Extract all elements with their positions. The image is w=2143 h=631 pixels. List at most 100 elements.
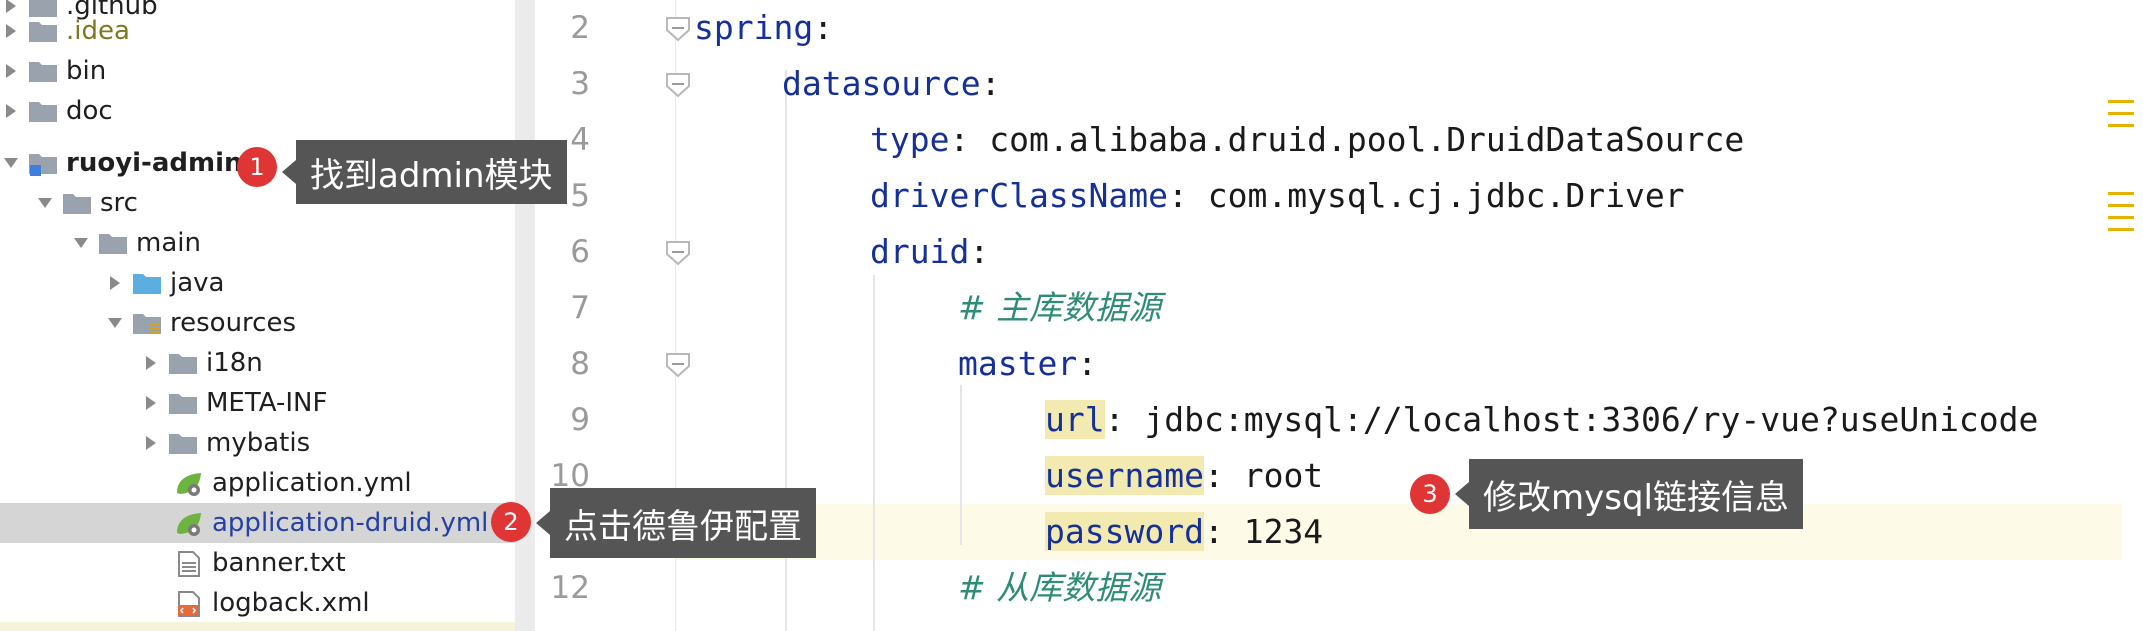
- code-line-type[interactable]: type: com.alibaba.druid.pool.DruidDataSo…: [870, 112, 1744, 168]
- tree-item-mybatis[interactable]: mybatis: [0, 423, 515, 463]
- chevron-right-icon[interactable]: [0, 100, 22, 122]
- scroll-marker: [2108, 228, 2134, 231]
- tree-item-bin[interactable]: bin: [0, 51, 515, 91]
- code-line-driver-class-name[interactable]: driverClassName: com.mysql.cj.jdbc.Drive…: [870, 168, 1685, 224]
- yaml-key: username: [1045, 456, 1204, 495]
- code-line-druid[interactable]: druid:: [870, 224, 989, 280]
- fold-marker-icon[interactable]: [665, 352, 691, 378]
- yaml-key: type: [870, 120, 950, 159]
- yaml-key: druid: [870, 232, 970, 271]
- yaml-sep: :: [980, 64, 1001, 103]
- yaml-key: url: [1045, 400, 1105, 439]
- tree-item-label: i18n: [206, 348, 263, 378]
- scroll-marker: [2108, 100, 2134, 103]
- tree-item-label: banner.txt: [212, 548, 346, 578]
- tree-item-application-druid-yml[interactable]: application-druid.yml: [0, 503, 515, 543]
- callout-pointer: [536, 511, 550, 535]
- tree-item-doc[interactable]: doc: [0, 91, 515, 131]
- chevron-right-icon[interactable]: [104, 272, 126, 294]
- callout-text: 点击德鲁伊配置: [564, 506, 802, 547]
- tree-item-label: mybatis: [206, 428, 311, 458]
- status-stripe: [0, 622, 515, 631]
- tree-item-label: META-INF: [206, 388, 328, 418]
- code-line-datasource[interactable]: datasource:: [782, 56, 1001, 112]
- chevron-down-icon[interactable]: [34, 192, 56, 214]
- tree-item-application-yml[interactable]: application.yml: [0, 463, 515, 503]
- folder-icon: [28, 99, 58, 123]
- editor-scrollbar[interactable]: [2108, 0, 2143, 631]
- fold-marker-icon[interactable]: [665, 16, 691, 42]
- step-badge: 2: [491, 502, 531, 542]
- yaml-value: com.mysql.cj.jdbc.Driver: [1207, 176, 1685, 215]
- module-folder-icon: [28, 151, 58, 176]
- line-number: 3: [570, 66, 590, 102]
- step-badge: 1: [237, 147, 277, 187]
- fold-marker-icon[interactable]: [665, 72, 691, 98]
- tree-item-java[interactable]: java: [0, 263, 515, 303]
- xml-file-icon: [174, 591, 204, 617]
- callout-pointer: [1455, 482, 1469, 506]
- code-line-password[interactable]: password: 1234: [1045, 504, 1323, 560]
- code-line-url[interactable]: url: jdbc:mysql://localhost:3306/ry-vue?…: [1045, 392, 2135, 448]
- tree-item-label: .idea: [66, 16, 130, 46]
- folder-icon: [168, 431, 198, 455]
- code-line-spring[interactable]: spring:: [694, 0, 833, 56]
- code-line-comment-master[interactable]: # 主库数据源: [958, 280, 1161, 336]
- line-number: 8: [570, 346, 590, 382]
- yaml-key: password: [1045, 512, 1204, 551]
- yaml-sep: :: [1077, 344, 1098, 383]
- scroll-marker: [2108, 124, 2134, 127]
- chevron-right-icon[interactable]: [0, 20, 22, 42]
- tree-item-idea[interactable]: .idea: [0, 11, 515, 51]
- tree-item-label: main: [136, 228, 201, 258]
- tree-item-label: application.yml: [212, 468, 412, 498]
- tree-item-meta-inf[interactable]: META-INF: [0, 383, 515, 423]
- scroll-marker: [2108, 192, 2134, 195]
- yaml-sep: :: [813, 8, 834, 47]
- callout-step-2: 点击德鲁伊配置: [536, 488, 816, 558]
- line-number: 2: [570, 10, 590, 46]
- spring-config-icon: [174, 511, 204, 536]
- step-badge: 3: [1410, 474, 1450, 514]
- yaml-value: root: [1243, 456, 1324, 495]
- scroll-marker: [2108, 112, 2134, 115]
- folder-icon: [28, 59, 58, 83]
- yaml-key: datasource: [782, 64, 981, 103]
- indent-guide: [960, 385, 962, 545]
- chevron-right-icon[interactable]: [140, 392, 162, 414]
- yaml-value: com.alibaba.druid.pool.DruidDataSource: [989, 120, 1745, 159]
- tree-item-main[interactable]: main: [0, 223, 515, 263]
- yaml-value: 1234: [1243, 512, 1324, 551]
- scroll-marker: [2108, 216, 2134, 219]
- chevron-down-icon[interactable]: [104, 312, 126, 334]
- tree-item-label: src: [100, 188, 138, 218]
- line-number: 12: [550, 570, 590, 606]
- line-number: 9: [570, 402, 590, 438]
- folder-icon: [62, 191, 92, 215]
- tree-item-label: application-druid.yml: [212, 508, 489, 538]
- yaml-key: driverClassName: [870, 176, 1169, 215]
- tree-item-banner-txt[interactable]: banner.txt: [0, 543, 515, 583]
- yaml-sep: :: [1168, 176, 1208, 215]
- tree-item-label: logback.xml: [212, 588, 370, 618]
- tree-item-logback-xml[interactable]: logback.xml: [0, 583, 515, 623]
- tree-item-resources[interactable]: resources: [0, 303, 515, 343]
- callout-pointer: [282, 160, 296, 184]
- folder-icon: [168, 391, 198, 415]
- fold-marker-icon[interactable]: [665, 240, 691, 266]
- yaml-sep: :: [969, 232, 990, 271]
- code-line-username[interactable]: username: root: [1045, 448, 1323, 504]
- tree-item-i18n[interactable]: i18n: [0, 343, 515, 383]
- tree-item-label: doc: [66, 96, 113, 126]
- line-number: 7: [570, 290, 590, 326]
- chevron-down-icon[interactable]: [0, 152, 22, 174]
- folder-icon: [98, 231, 128, 255]
- chevron-right-icon[interactable]: [140, 432, 162, 454]
- chevron-right-icon[interactable]: [0, 60, 22, 82]
- chevron-down-icon[interactable]: [70, 232, 92, 254]
- chevron-right-icon[interactable]: [140, 352, 162, 374]
- yaml-key: master: [958, 344, 1078, 383]
- code-line-master[interactable]: master:: [958, 336, 1097, 392]
- callout-step-3: 修改mysql链接信息: [1455, 459, 1803, 529]
- code-line-comment-slave[interactable]: # 从库数据源: [958, 560, 1161, 616]
